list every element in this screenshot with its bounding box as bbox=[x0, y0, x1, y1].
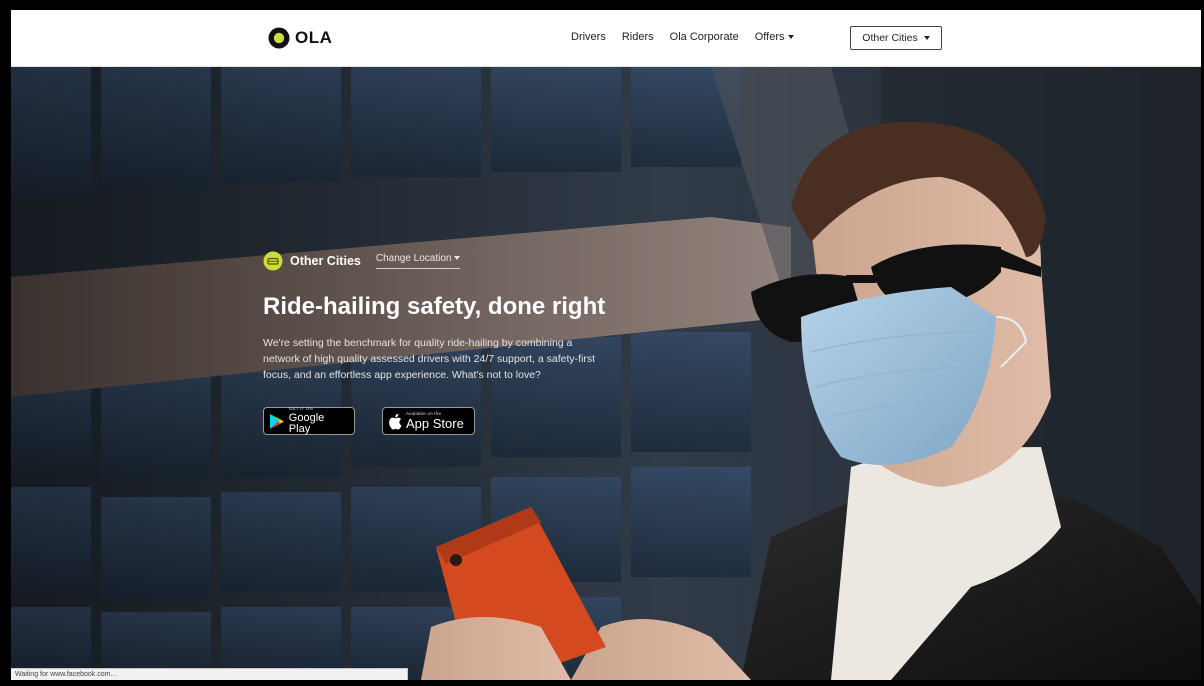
logo-text: OLA bbox=[295, 28, 333, 47]
app-store-big: App Store bbox=[406, 416, 464, 432]
ola-logo[interactable]: OLA bbox=[268, 27, 332, 49]
browser-status-bar: Waiting for www.facebook.com... bbox=[11, 668, 408, 680]
browser-viewport: OLA Drivers Riders Ola Corporate Offers … bbox=[11, 10, 1201, 680]
change-location-dropdown[interactable]: Change Location bbox=[375, 253, 461, 269]
nav-offers-label: Offers bbox=[754, 31, 785, 43]
chevron-down-icon bbox=[923, 36, 930, 40]
nav-drivers-link[interactable]: Drivers bbox=[571, 31, 606, 43]
google-play-icon bbox=[269, 413, 284, 429]
apple-icon bbox=[389, 413, 402, 429]
nav-offers-dropdown[interactable]: Offers bbox=[755, 31, 794, 43]
chevron-down-icon bbox=[454, 256, 461, 261]
nav-links: Drivers Riders Ola Corporate Offers bbox=[571, 31, 794, 43]
google-play-big: Google Play bbox=[288, 411, 325, 435]
nav-riders-link[interactable]: Riders bbox=[622, 31, 654, 43]
app-store-buttons: GET IT ON Google Play Available on the A… bbox=[263, 407, 623, 435]
location-row: Other Cities Change Location bbox=[263, 250, 623, 272]
nav-ola-corporate-link[interactable]: Ola Corporate bbox=[670, 31, 739, 43]
change-location-label: Change Location bbox=[375, 253, 452, 264]
current-city-label: Other Cities bbox=[290, 254, 361, 268]
hero-content: Other Cities Change Location Ride-hailin… bbox=[263, 250, 623, 435]
city-select-label: Other Cities bbox=[862, 32, 918, 44]
city-select-dropdown[interactable]: Other Cities bbox=[850, 26, 942, 50]
google-play-button[interactable]: GET IT ON Google Play bbox=[263, 407, 355, 435]
city-cab-icon bbox=[263, 251, 283, 271]
app-store-text: Available on the App Store bbox=[406, 411, 464, 432]
chevron-down-icon bbox=[787, 35, 794, 40]
ola-logo-icon bbox=[268, 27, 290, 49]
hero-section: Other Cities Change Location Ride-hailin… bbox=[11, 67, 1201, 680]
screen-frame: OLA Drivers Riders Ola Corporate Offers … bbox=[0, 0, 1204, 686]
app-store-button[interactable]: Available on the App Store bbox=[382, 407, 475, 435]
hero-description: We're setting the benchmark for quality … bbox=[263, 337, 596, 381]
hero-title: Ride-hailing safety, done right bbox=[263, 293, 606, 320]
top-navbar: OLA Drivers Riders Ola Corporate Offers … bbox=[11, 10, 1201, 67]
google-play-text: GET IT ON Google Play bbox=[289, 407, 348, 435]
